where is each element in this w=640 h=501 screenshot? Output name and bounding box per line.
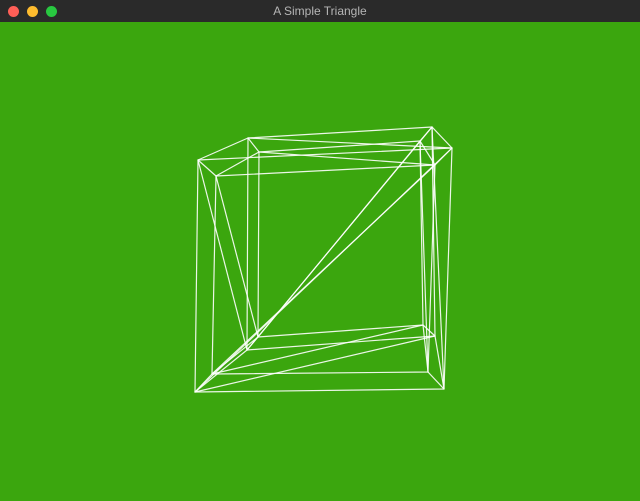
- render-viewport: [0, 22, 640, 501]
- maximize-icon[interactable]: [46, 6, 57, 17]
- window-title: A Simple Triangle: [0, 4, 640, 18]
- close-icon[interactable]: [8, 6, 19, 17]
- window-controls: [0, 6, 57, 17]
- minimize-icon[interactable]: [27, 6, 38, 17]
- wireframe-scene: [0, 22, 640, 501]
- window-titlebar[interactable]: A Simple Triangle: [0, 0, 640, 22]
